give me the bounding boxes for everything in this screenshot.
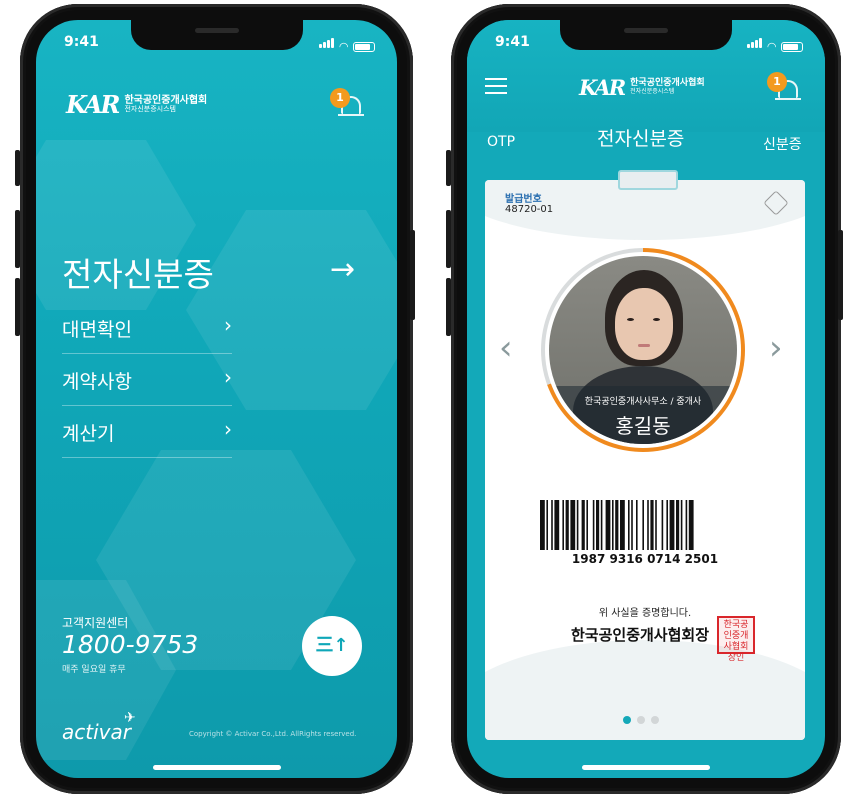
menu-item-calculator[interactable]: 계산기 ›	[62, 407, 232, 458]
brand-header: KAR 한국공인중개사협회 전자신분증시스템	[66, 90, 207, 119]
card-wave-bottom	[485, 640, 805, 740]
page-dot[interactable]	[623, 716, 631, 724]
wifi-icon: ◠	[339, 40, 348, 53]
copyright-text: Copyright © Activar Co.,Ltd. AllRights r…	[189, 730, 357, 738]
battery-icon	[781, 42, 803, 52]
kar-logo: KAR	[579, 75, 626, 100]
menu-item-label: 계산기	[62, 423, 115, 445]
menu-item-face-verify[interactable]: 대면확인 ›	[62, 303, 232, 354]
chevron-right-icon: ›	[224, 365, 232, 389]
status-bar: 9:41 ◠	[467, 32, 825, 52]
certify-text: 위 사실을 증명합니다.	[598, 608, 692, 619]
left-phone-volume-up	[15, 210, 20, 268]
left-phone-silent-switch	[15, 150, 20, 186]
page-indicator	[623, 716, 659, 724]
activar-logo: activar	[62, 720, 131, 744]
kar-logo: KAR	[66, 90, 120, 119]
signal-icon	[746, 36, 763, 52]
left-screen: 9:41 ◠ KAR 한국공인중개사협회 전자신분증시스템 1 전자신분증 → …	[36, 20, 397, 778]
home-indicator[interactable]	[152, 765, 281, 770]
hamburger-menu-icon[interactable]	[485, 78, 507, 96]
right-phone-power	[838, 230, 843, 320]
right-phone-silent-switch	[446, 150, 451, 186]
brand-header: KAR 한국공인중개사협회 전자신분증시스템	[579, 75, 705, 100]
notification-badge: 1	[767, 72, 787, 92]
scroll-top-button[interactable]: 三↑	[302, 616, 362, 676]
chevron-right-icon: ›	[224, 313, 232, 337]
left-phone-volume-down	[15, 278, 20, 336]
office-name: 한국공인중개사사무소 / 중개사	[584, 397, 702, 407]
barcode	[540, 500, 694, 550]
card-clip	[618, 170, 678, 190]
issue-number: 48720-01	[505, 204, 554, 215]
notification-bell-icon[interactable]: 1	[767, 72, 803, 106]
menu-item-label: 대면확인	[62, 319, 132, 341]
chevron-right-icon[interactable]: ›	[769, 328, 783, 368]
status-time: 9:41	[64, 34, 99, 50]
support-phone-number[interactable]: 1800-9753	[62, 630, 198, 659]
issue-number-label: 발급번호	[505, 194, 542, 205]
arrow-right-icon[interactable]: →	[330, 252, 355, 287]
signal-icon	[318, 36, 335, 52]
association-chairman: 한국공인중개사협회장	[571, 626, 710, 644]
holder-photo: 한국공인중개사사무소 / 중개사 홍길동	[549, 256, 737, 444]
left-phone-power	[410, 230, 415, 320]
photo-name-overlay: 한국공인중개사사무소 / 중개사 홍길동	[549, 386, 737, 444]
menu-title-electronic-id[interactable]: 전자신분증	[62, 248, 214, 296]
id-card: 발급번호 48720-01 ‹ › 한국공인중개사사무소 / 중개사 홍길동 1…	[485, 180, 805, 740]
right-phone-volume-down	[446, 278, 451, 336]
home-indicator[interactable]	[582, 765, 710, 770]
official-seal: 한국공 인중개 사협회 장인	[717, 616, 755, 663]
barcode-number: 1987 9316 0714 2501	[571, 552, 719, 566]
page-dot[interactable]	[637, 716, 645, 724]
status-time: 9:41	[495, 34, 530, 50]
support-center-label: 고객지원센터	[62, 616, 129, 630]
wifi-icon: ◠	[767, 40, 776, 53]
chevron-right-icon: ›	[224, 417, 232, 441]
right-screen: 9:41 ◠ KAR 한국공인중개사협회 전자신분증시스템 1 OTP 전자신분…	[467, 20, 825, 778]
tab-id-card[interactable]: 신분증	[763, 134, 802, 154]
brand-subtitle: 전자신분증시스템	[630, 88, 675, 96]
right-phone-volume-up	[446, 210, 451, 268]
holder-name: 홍길동	[615, 414, 671, 438]
notification-badge: 1	[330, 88, 350, 108]
chevron-left-icon[interactable]: ‹	[499, 328, 513, 368]
notification-bell-icon[interactable]: 1	[330, 88, 366, 122]
battery-icon	[353, 42, 375, 52]
page-dot[interactable]	[651, 716, 659, 724]
bird-icon: ✈	[124, 710, 136, 726]
tab-electronic-id[interactable]: 전자신분증	[597, 124, 684, 151]
status-bar: 9:41 ◠	[36, 32, 397, 52]
menu-item-label: 계약사항	[62, 371, 132, 393]
brand-subtitle: 전자신분증시스템	[124, 105, 176, 114]
tab-otp[interactable]: OTP	[487, 134, 515, 150]
menu-item-contracts[interactable]: 계약사항 ›	[62, 355, 232, 406]
support-hours-note: 매주 일요일 휴무	[62, 665, 126, 675]
